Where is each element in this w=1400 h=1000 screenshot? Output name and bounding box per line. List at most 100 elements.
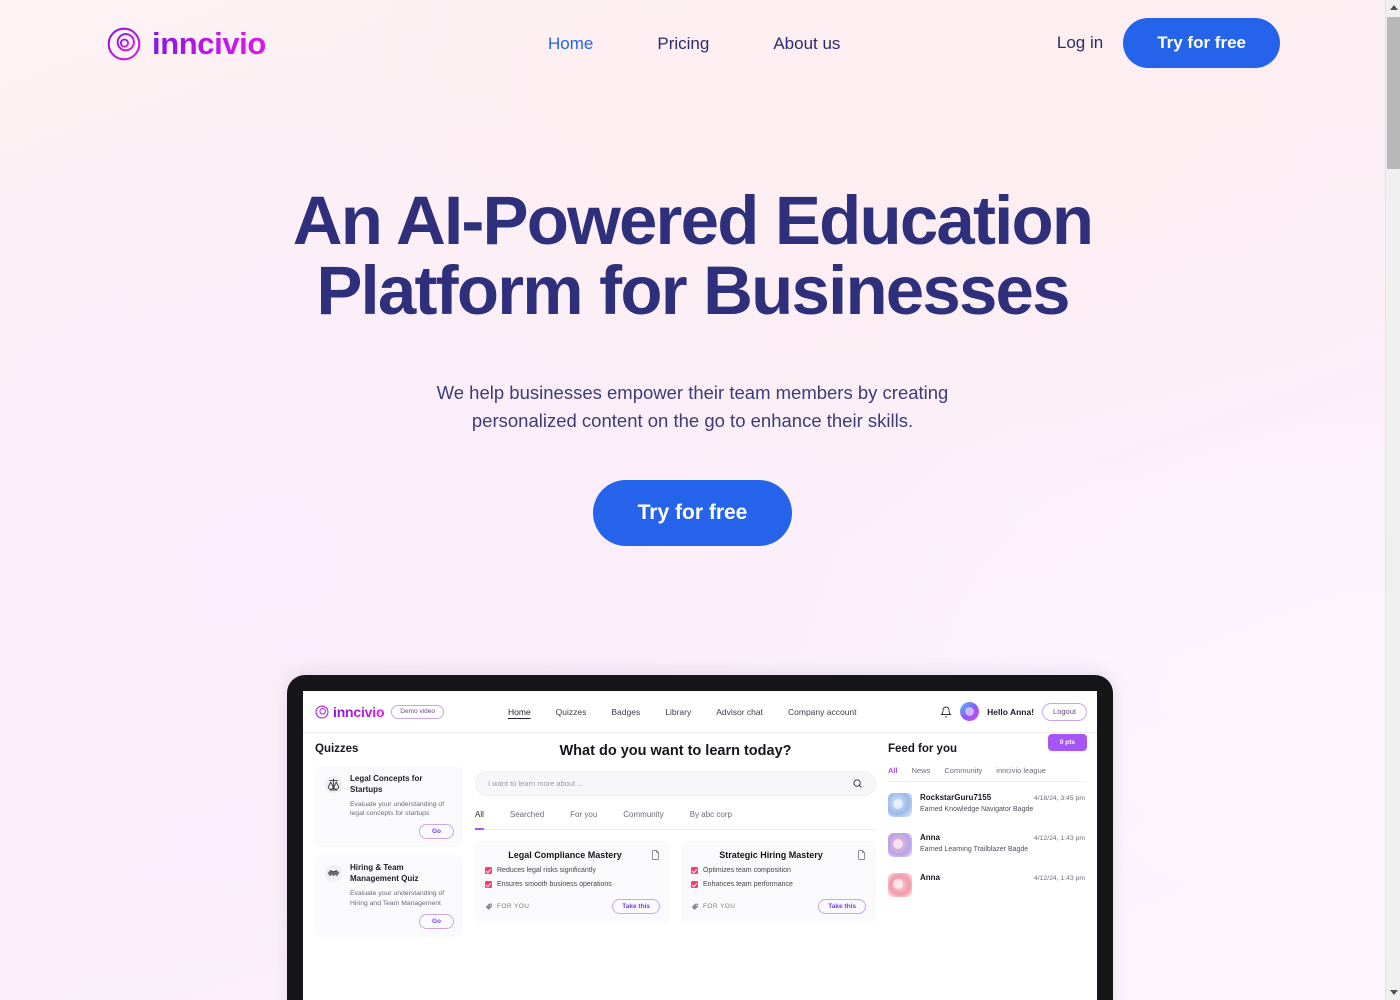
notification-bell-icon[interactable] [940,706,953,718]
app-nav-company-account[interactable]: Company account [788,707,857,717]
app-body: Quizzes Legal Concepts for Startups Eval… [303,733,1097,1000]
course-title: Strategic Hiring Mastery [719,850,823,860]
search-icon[interactable] [852,778,863,789]
nav-link-about-us[interactable]: About us [773,34,840,54]
app-nav-library[interactable]: Library [665,707,691,717]
tab-for-you[interactable]: For you [570,810,597,824]
quiz-title: Legal Concepts for Startups [350,774,423,794]
course-card[interactable]: Strategic Hiring Mastery Optimizes team … [681,841,876,923]
feed-tabs: All News Community inncivio league [888,766,1085,782]
course-bullet: Reduces legal risks significantly [497,867,596,874]
feed-timestamp: 4/12/24, 1:43 pm [1033,835,1085,842]
feed-tab-community[interactable]: Community [944,766,982,775]
spiral-circle-icon [107,27,141,61]
avatar [888,793,912,817]
feed-username: Anna [920,873,940,882]
nav-link-home[interactable]: Home [548,34,593,54]
page-scrollbar[interactable] [1385,0,1400,1000]
course-tag: FOR YOU [703,903,736,910]
feed-tab-news[interactable]: News [912,766,931,775]
course-bullet: Optimizes team composition [703,867,791,874]
avatar [888,873,912,897]
list-item[interactable]: RockstarGuru7155 4/18/24, 3:45 pm Earned… [888,784,1085,824]
brand-name: inncivio [152,26,266,61]
document-icon[interactable] [651,850,660,860]
tab-all[interactable]: All [475,810,484,830]
course-title: Legal Compliance Mastery [508,850,622,860]
list-item[interactable]: Anna 4/12/24, 1:43 pm Earned Learning Tr… [888,824,1085,864]
laptop-mockup: inncivio Demo video Home Quizzes Badges … [287,675,1113,1000]
search-bar[interactable] [475,771,876,796]
user-greeting: Hello Anna! [987,706,1035,717]
try-for-free-button-hero[interactable]: Try for free [592,480,793,547]
feed-tab-inncivio-league[interactable]: inncivio league [996,766,1046,775]
page-title: An AI-Powered Education Platform for Bus… [292,182,1094,330]
demo-video-badge[interactable]: Demo video [391,704,444,719]
primary-nav: Home Pricing About us [548,34,840,54]
logout-button[interactable]: Logout [1042,702,1087,721]
quizzes-panel-title: Quizzes [315,743,359,755]
app-nav-quizzes[interactable]: Quizzes [556,707,587,717]
app-nav-badges[interactable]: Badges [611,707,640,717]
quiz-description: Evaluate your understanding of Hiring an… [350,889,445,907]
document-icon[interactable] [857,850,866,860]
app-logo[interactable]: inncivio [315,704,384,720]
app-screenshot: inncivio Demo video Home Quizzes Badges … [303,691,1097,1000]
app-header-actions: Hello Anna! Logout [940,702,1087,721]
scrollbar-thumb[interactable] [1387,17,1400,169]
app-brand-name: inncivio [333,703,385,720]
scales-of-justice-icon [324,775,343,794]
course-tag: FOR YOU [497,903,530,910]
quiz-title: Hiring & Team Management Quiz [350,863,419,884]
tag-icon [691,903,698,910]
spiral-circle-icon [315,705,329,718]
nav-link-pricing[interactable]: Pricing [657,34,709,54]
tab-searched[interactable]: Searched [510,810,544,824]
try-for-free-button-header[interactable]: Try for free [1123,18,1280,68]
hero-subtitle: We help businesses empower their team me… [436,381,949,432]
hero-section: An AI-Powered Education Platform for Bus… [0,182,1385,547]
list-item[interactable]: Anna 4/12/24, 1:43 pm [888,864,1085,904]
feed-timestamp: 4/18/24, 3:45 pm [1033,795,1085,802]
feed-panel: Feed for you All News Community inncivio… [888,743,1085,1000]
content-tabs: All Searched For you Community By abc co… [475,810,876,830]
course-bullet: Enhances team performance [703,881,793,888]
quiz-go-button[interactable]: Go [418,913,454,929]
app-nav-home[interactable]: Home [508,707,531,717]
learn-panel: What do you want to learn today? All Sea… [475,743,876,1000]
take-this-button[interactable]: Take this [818,899,866,914]
tab-community[interactable]: Community [623,810,663,824]
feed-timestamp: 4/12/24, 1:43 pm [1033,875,1085,882]
header-actions: Log in Try for free [1057,18,1280,68]
feed-action-text: Earned Knowledge Navigator Bagde [920,806,1034,813]
handshake-icon [324,865,343,883]
take-this-button[interactable]: Take this [612,899,660,914]
feed-action-text: Earned Learning Trailblazer Bagde [920,846,1029,853]
course-bullet: Ensures smooth business operations [497,881,612,888]
quiz-card[interactable]: Hiring & Team Management Quiz Evaluate y… [315,855,463,937]
check-icon [691,881,698,888]
quizzes-panel: Quizzes Legal Concepts for Startups Eval… [315,743,463,1000]
feed-tab-all[interactable]: All [888,766,898,775]
scroll-up-arrow-icon[interactable] [1386,0,1400,15]
feed-username: Anna [920,833,940,842]
check-icon [485,881,492,888]
site-logo[interactable]: inncivio [106,26,266,62]
check-icon [691,867,698,874]
tab-by-abc-corp[interactable]: By abc corp [690,810,732,824]
site-header: inncivio Home Pricing About us Log in Tr… [0,0,1385,92]
search-input[interactable] [488,779,852,788]
quiz-go-button[interactable]: Go [418,824,454,840]
quiz-card[interactable]: Legal Concepts for Startups Evaluate you… [315,766,463,848]
avatar[interactable] [960,702,980,721]
check-icon [485,867,492,874]
course-card[interactable]: Legal Compliance Mastery Reduces legal r… [475,841,670,923]
app-nav-advisor-chat[interactable]: Advisor chat [716,707,763,717]
quiz-description: Evaluate your understanding of legal con… [350,800,445,818]
login-link[interactable]: Log in [1057,33,1103,53]
tag-icon [485,903,492,910]
feed-username: RockstarGuru7155 [920,793,992,802]
scroll-down-arrow-icon[interactable] [1386,985,1400,1000]
avatar [888,833,912,857]
points-badge: 0 pts [1047,734,1087,751]
